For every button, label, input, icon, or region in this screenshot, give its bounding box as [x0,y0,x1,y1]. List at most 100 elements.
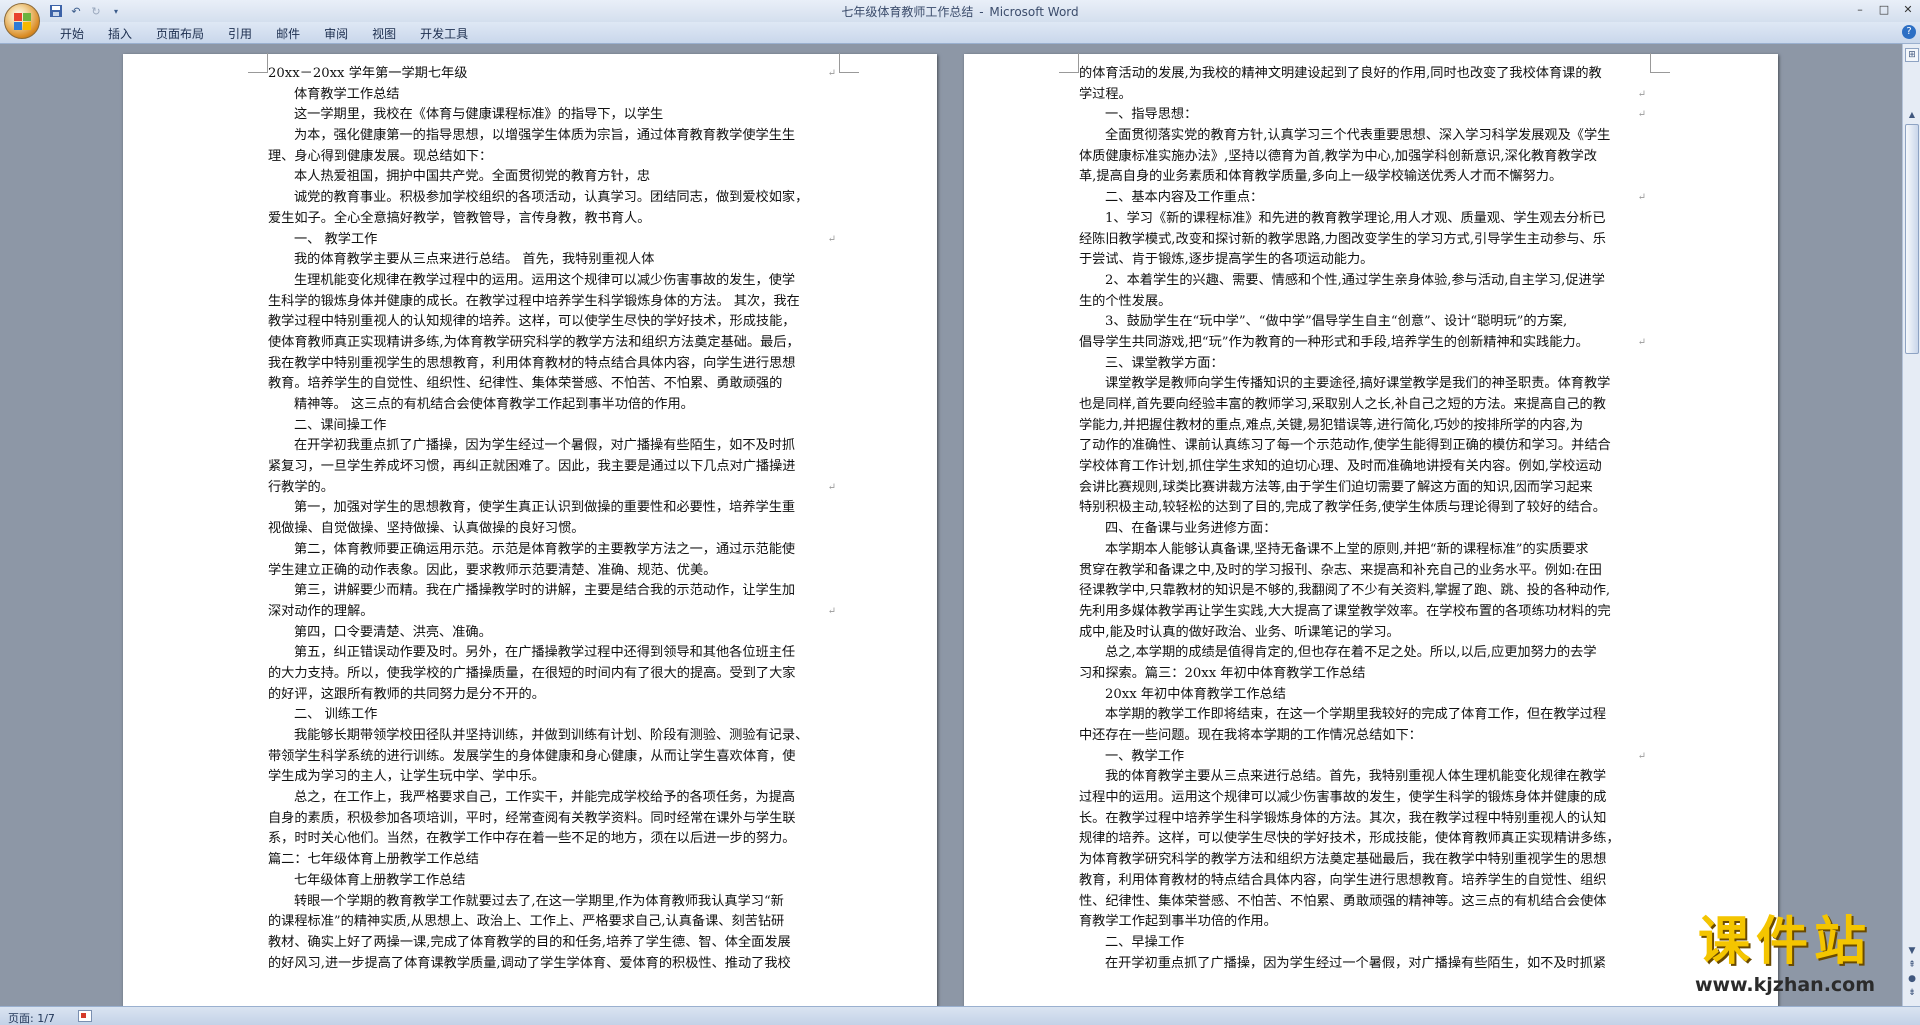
line-text: 二、早操工作 [1105,934,1185,950]
text-line: 学能力,并把握住教材的重点,难点,关键,易犯错误等,进行简化,巧妙的按排所学的内… [1079,416,1646,437]
line-text: 体质健康标准实施办法》,坚持以德育为首,教学为中心,加强学科创新意识,深化教育教… [1079,148,1597,164]
tab-insert[interactable]: 插入 [96,26,144,42]
tab-mailings[interactable]: 邮件 [264,26,312,42]
text-line: 体育教学工作总结 [268,85,836,106]
line-text: 2、本着学生的兴趣、需要、情感和个性,通过学生亲身体验,参与活动,自主学习,促进… [1105,272,1605,288]
text-line: 课堂教学是教师向学生传播知识的主要途径,搞好课堂教学是我们的神圣职责。体育教学 [1079,374,1646,395]
line-text: 深对动作的理解。 [268,603,374,619]
text-line: 深对动作的理解。 ↵ [268,602,836,623]
line-text: 视做操、自觉做操、坚持做操、认真做操的良好习惯。 [268,521,585,537]
text-line: 使体育教师真正实现精讲多练,为体育教学研究科学的教学方法和组织方法奠定基础。最后… [268,333,836,354]
document-page-left[interactable]: 20xx－20xx 学年第一学期七年级 ↵ 体育教学工作总结 这一学期里，我校在《体育… [123,53,937,1006]
line-text: 3、鼓励学生在“玩中学”、“做中学”倡导学生自主“创意”、设计“聪明玩”的方案, [1105,314,1568,330]
help-icon[interactable]: ? [1902,25,1916,39]
line-text: 学生建立正确的动作表象。因此，要求教师示范要清楚、准确、规范、优美。 [268,562,717,578]
line-text: 长。在教学过程中培养学生科学锻炼身体的方法。其次，我在教学过程中特别重视人的认知 [1079,810,1607,826]
line-text: 了动作的准确性、课前认真练习了每一个示范动作,使学生能得到正确的模仿和学习。并结… [1079,438,1611,454]
tab-home[interactable]: 开始 [48,26,96,42]
page-text-right: 的体育活动的发展,为我校的精神文明建设起到了良好的作用,同时也改变了我校体育课的… [1079,64,1646,974]
line-text: 的课程标准”的精神实质,从思想上、政治上、工作上、严格要求自己,认真备课、刻苦钻… [268,914,785,930]
tab-view[interactable]: 视图 [360,26,408,42]
paragraph-mark-icon: ↵ [827,68,836,79]
tab-developer[interactable]: 开发工具 [408,26,480,42]
window-controls: – □ ✕ [1848,0,1920,18]
line-text: 学过程。 [1079,86,1132,102]
line-text: 倡导学生共同游戏,把“玩”作为教育的一种形式和手段,培养学生的创新精神和实践能力… [1079,334,1589,350]
text-line: 学生成为学习的主人，让学生玩中学、学中乐。 [268,767,836,788]
tab-page-layout[interactable]: 页面布局 [144,26,216,42]
text-line: 贯穿在教学和备课之中,及时的学习报刊、杂志、来提高和补充自己的业务水平。例如:在… [1079,561,1646,582]
line-text: 的大力支持。所以，使我学校的广播操质量，在很短的时间内有了很大的提高。受到了大家 [268,665,796,681]
ribbon-tab-bar: 开始 插入 页面布局 引用 邮件 审阅 视图 开发工具 ? [0,22,1920,44]
text-line: 二、 训练工作 [268,705,836,726]
text-line: 为本，强化健康第一的指导思想，以增强学生体质为宗旨，通过体育教育教学使学生生 [268,126,836,147]
line-text: 带领学生科学系统的进行训练。发展学生的身体健康和身心健康，从而让学生喜欢体育，使 [268,748,796,764]
text-line: 于尝试、肯于锻炼,逐步提高学生的各项运动能力。 [1079,250,1646,271]
line-text: 我能够长期带领学校田径队并坚持训练，并做到训练有计划、阶段有测验、测验有记录、 [294,728,809,743]
line-text: 爱生如子。全心全意搞好教学，管教管导，言传身教，教书育人。 [268,210,651,226]
paragraph-mark-icon: ↵ [1637,109,1646,121]
ruler-toggle-icon[interactable]: ⊞ [1905,48,1919,62]
text-line: 学校体育工作计划,抓住学生求知的迫切心理、及时而准确地讲授有关内容。例如,学校运… [1079,457,1646,478]
text-line: 的好评，这跟所有教师的共同努力是分不开的。 [268,685,836,706]
line-text: 在开学初我重点抓了广播操，因为学生经过一个暑假，对广播操有些陌生，如不及时抓 [294,438,796,454]
line-text: 教育。培养学生的自觉性、组织性、纪律性、集体荣誉感、不怕苦、不怕累、勇敢顽强的 [268,376,783,392]
line-text: 一、教学工作 [1105,748,1185,764]
line-text: 会讲比赛规则,球类比赛讲裁方法等,由于学生们迫切需要了解这方面的知识,因而学习起… [1079,479,1593,495]
text-line: 教材、确实上好了两操一课,完成了体育教学的目的和任务,培养了学生德、智、体全面发… [268,933,836,954]
text-line: 第一，加强对学生的思想教育，使学生真正认识到做操的重要性和必要性，培养学生重 [268,498,836,519]
maximize-button[interactable]: □ [1872,0,1896,18]
text-line: 这一学期里，我校在《体育与健康课程标准》的指导下，以学生 [268,105,836,126]
line-text: 中还存在一些问题。现在我将本学期的工作情况总结如下： [1079,728,1422,743]
document-page-right[interactable]: 的体育活动的发展,为我校的精神文明建设起到了良好的作用,同时也改变了我校体育课的… [964,53,1778,1006]
minimize-button[interactable]: – [1848,0,1872,18]
text-line: 在开学初我重点抓了广播操，因为学生经过一个暑假，对广播操有些陌生，如不及时抓 [268,436,836,457]
proofing-icon[interactable] [78,1010,92,1022]
line-text: 第一，加强对学生的思想教育，使学生真正认识到做操的重要性和必要性，培养学生重 [294,500,796,516]
line-text: 第四，口令要清楚、洪亮、准确。 [294,624,492,640]
text-line: 本学期的教学工作即将结束，在这一个学期里我较好的完成了体育工作，但在教学过程 [1079,705,1646,726]
text-line: 的课程标准”的精神实质,从思想上、政治上、工作上、严格要求自己,认真备课、刻苦钻… [268,912,836,933]
vertical-scrollbar[interactable]: ⊞ ▲ ▼ ⇞ ● ⇟ [1902,44,1920,1006]
page-count[interactable]: 页面: 1/7 [8,1010,55,1025]
text-line: 我的体育教学主要从三点来进行总结。 首先，我特别重视人体 [268,250,836,271]
scroll-up-icon[interactable]: ▲ [1905,108,1919,122]
crop-mark [1650,53,1670,73]
line-text: 的好评，这跟所有教师的共同努力是分不开的。 [268,686,545,702]
document-title: 七年级体育教师工作总结 [841,5,974,19]
tab-review[interactable]: 审阅 [312,26,360,42]
line-text: 的体育活动的发展,为我校的精神文明建设起到了良好的作用,同时也改变了我校体育课的… [1079,66,1602,81]
text-line: 径课教学中,只靠教材的知识是不够的,我翻阅了不少有关资料,掌握了跑、跳、投的各种… [1079,581,1646,602]
status-bar: 页面: 1/7 [0,1006,1920,1025]
office-button[interactable] [4,3,40,39]
line-text: 的好风习,进一步提高了体育课教学质量,调动了学生学体育、爱体育的积极性、推动了我… [268,955,791,971]
text-line: 二、课间操工作 [268,416,836,437]
paragraph-mark-icon: ↵ [1637,192,1646,204]
line-text: 四、在备课与业务进修方面： [1105,521,1277,537]
line-text: 生的个性发展。 [1079,293,1172,309]
close-button[interactable]: ✕ [1896,0,1920,18]
text-line: 篇二：七年级体育上册教学工作总结 [268,850,836,871]
document-area[interactable]: 20xx－20xx 学年第一学期七年级 ↵ 体育教学工作总结 这一学期里，我校在《体育… [0,44,1902,1006]
text-line: 第五，纠正错误动作要及时。另外，在广播操教学过程中还得到领导和其他各位班主任 [268,643,836,664]
text-line: 体质健康标准实施办法》,坚持以德育为首,教学为中心,加强学科创新意识,深化教育教… [1079,147,1646,168]
tab-references[interactable]: 引用 [216,26,264,42]
text-line: 20xx－20xx 学年第一学期七年级 ↵ [268,64,836,85]
line-text: 我在教学中特别重视学生的思想教育，利用体育教材的特点结合具体内容，向学生进行思想 [268,355,796,371]
crop-mark [248,53,268,73]
line-text: 一、 教学工作 [294,231,378,247]
line-text: 第五，纠正错误动作要及时。另外，在广播操教学过程中还得到领导和其他各位班主任 [294,645,796,661]
text-line: 20xx 年初中体育教学工作总结 [1079,685,1646,706]
title-bar: ↶ ↻ ▾ 七年级体育教师工作总结 - Microsoft Word – □ ✕ [0,0,1920,22]
text-line: 生理机能变化规律在教学过程中的运用。运用这个规律可以减少伤害事故的发生，使学 [268,271,836,292]
line-text: 径课教学中,只靠教材的知识是不够的,我翻阅了不少有关资料,掌握了跑、跳、投的各种… [1079,583,1611,599]
text-line: 第二，体育教师要正确运用示范。示范是体育教学的主要教学方法之一，通过示范能使 [268,540,836,561]
paragraph-mark-icon: ↵ [827,233,836,245]
line-text: 二、课间操工作 [294,417,387,433]
text-line: 了动作的准确性、课前认真练习了每一个示范动作,使学生能得到正确的模仿和学习。并结… [1079,436,1646,457]
line-text: 过程中的运用。运用这个规律可以减少伤害事故的发生，使学生科学的锻炼身体并健康的成 [1079,790,1607,806]
scrollbar-thumb[interactable] [1905,124,1919,354]
line-text: 理、身心得到健康发展。现总结如下： [268,148,493,164]
line-text: 生理机能变化规律在教学过程中的运用。运用这个规律可以减少伤害事故的发生，使学 [294,272,796,288]
paragraph-mark-icon: ↵ [1637,88,1646,100]
